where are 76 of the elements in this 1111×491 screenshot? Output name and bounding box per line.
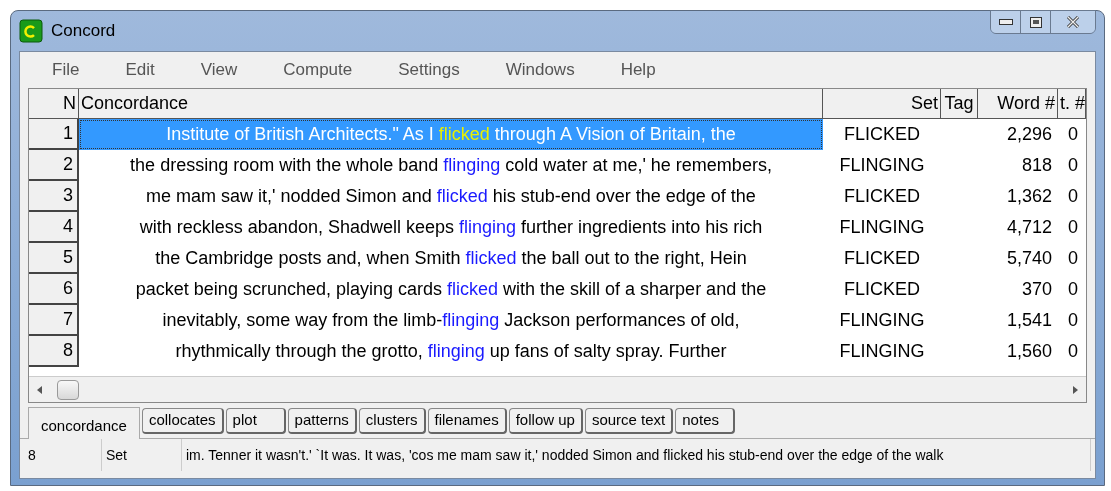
column-header[interactable]: Tag (941, 89, 978, 118)
menu-item[interactable]: Edit (125, 57, 155, 83)
word-number-cell-text: 5,740 (1005, 247, 1053, 270)
tab[interactable]: collocates (141, 408, 224, 434)
cell-text: 0 (1067, 123, 1079, 146)
set-cell-text: FLINGING (838, 309, 926, 332)
row-number[interactable]: 7 (29, 305, 79, 336)
concordance-line[interactable]: with reckless abandon, Shadwell keeps flinging further ingredients into his rich (79, 212, 823, 243)
app-logo-icon (19, 19, 43, 43)
menu-item[interactable]: Help (620, 57, 656, 83)
tab[interactable]: filenames (427, 408, 507, 434)
status-label: Set (102, 439, 182, 471)
set-cell-text: FLICKED (843, 278, 921, 301)
word-number-cell-text: 1,541 (1005, 309, 1053, 332)
cell-text: 0 (1067, 154, 1079, 177)
row-number[interactable]: 6 (29, 274, 79, 305)
minimize-button[interactable] (991, 11, 1021, 33)
menu-item[interactable]: View (200, 57, 238, 83)
cell-text: 0 (1067, 340, 1079, 363)
cell-text: 0 (1067, 278, 1079, 301)
close-icon (1066, 16, 1080, 28)
minimize-icon (998, 19, 1013, 25)
set-cell-text: FLICKED (843, 247, 921, 270)
set-cell-text: FLINGING (838, 340, 926, 363)
concordance-line[interactable]: inevitably, some way from the limb-flinging Jackson performances of old, (79, 305, 823, 336)
concordance-line[interactable]: packet being scrunched, playing cards flicked with the skill of a sharper and the (79, 274, 823, 305)
menu-item[interactable]: Windows (505, 57, 575, 83)
column-header[interactable]: N (29, 89, 79, 118)
row-number[interactable]: 3 (29, 181, 79, 212)
status-count: 8 (24, 439, 102, 471)
row-number[interactable]: 2 (29, 150, 79, 181)
set-cell-text: FLINGING (838, 154, 926, 177)
scroll-right-icon[interactable] (1072, 385, 1078, 394)
cell-text: 0 (1067, 247, 1079, 270)
row-number[interactable]: 8 (29, 336, 79, 367)
menu-item[interactable]: Settings (398, 57, 460, 83)
tab[interactable]: clusters (358, 408, 426, 434)
concordance-line[interactable]: the dressing room with the whole band flinging cold water at me,' he remembers, (79, 150, 823, 181)
tab[interactable]: source text (584, 408, 674, 434)
tab[interactable]: notes (675, 408, 736, 434)
word-number-cell-text: 1,362 (1005, 185, 1053, 208)
set-cell-text: FLICKED (843, 123, 921, 146)
row-number[interactable]: 1 (29, 119, 79, 150)
cell-text: 0 (1067, 216, 1079, 239)
word-number-cell-text: 2,296 (1005, 123, 1053, 146)
word-number-cell-text: 818 (1020, 154, 1053, 177)
column-header[interactable]: Word # (978, 89, 1058, 118)
tab[interactable]: follow up (508, 408, 583, 434)
set-cell-text: FLINGING (838, 216, 926, 239)
cell-text: 0 (1067, 309, 1079, 332)
column-header[interactable]: Concordance (79, 89, 823, 118)
cell-text: 0 (1067, 185, 1079, 208)
row-number[interactable]: 4 (29, 212, 79, 243)
status-text: im. Tenner it wasn't.' `It was. It was, 'cos me mam saw it,' nodded Simon and flicked his stub-end over the edge of the walk (182, 439, 1091, 471)
set-cell-text: FLICKED (843, 185, 921, 208)
maximize-icon (1029, 16, 1042, 28)
tab[interactable]: patterns (287, 408, 357, 434)
tab[interactable]: plot (225, 408, 286, 434)
horizontal-scrollbar[interactable] (29, 376, 1086, 402)
concordance-line[interactable]: rhythmically through the grotto, flinging up fans of salty spray. Further (79, 336, 823, 367)
scroll-thumb[interactable] (57, 379, 79, 400)
tab[interactable]: concordance (28, 407, 140, 439)
word-number-cell-text: 4,712 (1005, 216, 1053, 239)
word-number-cell-text: 370 (1020, 278, 1053, 301)
row-number[interactable]: 5 (29, 243, 79, 274)
menu-item[interactable]: File (52, 57, 80, 83)
scroll-left-icon[interactable] (37, 385, 43, 394)
concordance-line[interactable]: the Cambridge posts and, when Smith flicked the ball out to the right, Hein (79, 243, 823, 274)
menu-item[interactable]: Compute (283, 57, 353, 83)
concordance-line[interactable]: me mam saw it,' nodded Simon and flicked his stub-end over the edge of the (79, 181, 823, 212)
column-header[interactable]: Set (823, 89, 941, 118)
close-button[interactable] (1051, 11, 1095, 33)
maximize-button[interactable] (1021, 11, 1051, 33)
word-number-cell-text: 1,560 (1005, 340, 1053, 363)
window-title: Concord (51, 20, 116, 43)
column-header[interactable]: t. # (1058, 89, 1086, 118)
